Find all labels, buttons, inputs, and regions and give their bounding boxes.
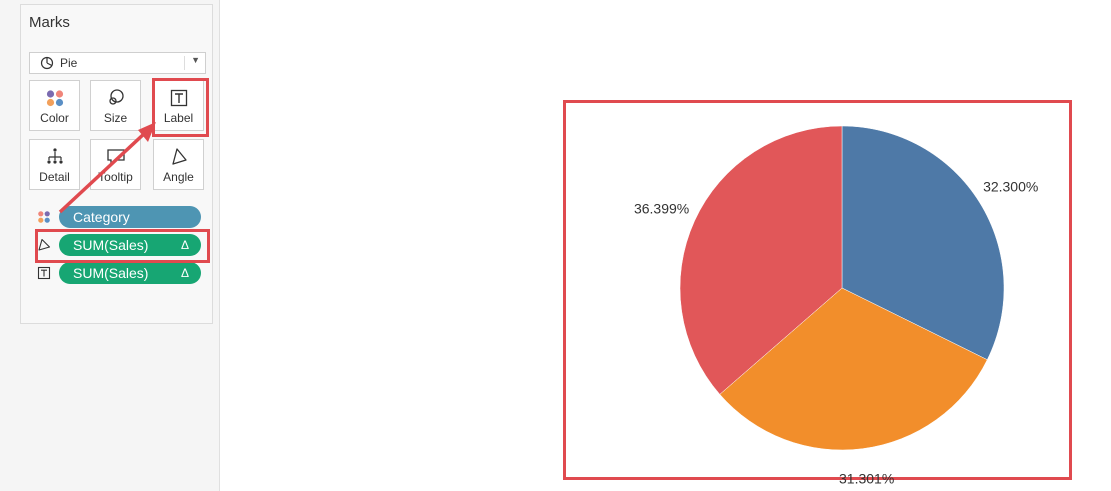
pie-chart: 32.300% 31.301% 36.399% xyxy=(634,125,1038,486)
pie-slice-label: 36.399% xyxy=(634,200,689,216)
pie-slice-label: 31.301% xyxy=(839,470,894,486)
pie-slice-label: 32.300% xyxy=(983,179,1038,195)
